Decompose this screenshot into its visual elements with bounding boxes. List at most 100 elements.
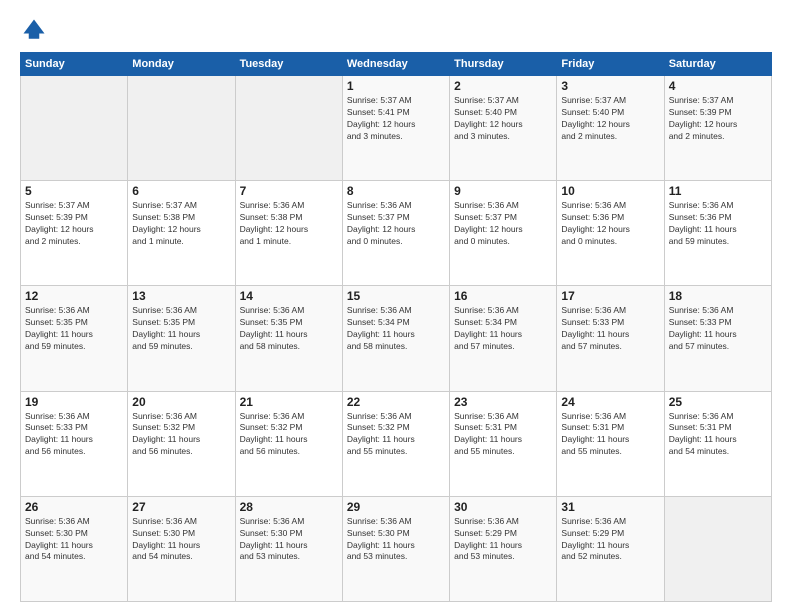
day-number: 16	[454, 289, 552, 303]
day-cell-30: 30Sunrise: 5:36 AM Sunset: 5:29 PM Dayli…	[450, 496, 557, 601]
day-info: Sunrise: 5:36 AM Sunset: 5:30 PM Dayligh…	[347, 516, 445, 564]
day-number: 9	[454, 184, 552, 198]
day-cell-19: 19 Sunrise: 5:36 AM Sunset: 5:33 PM Dayli…	[21, 391, 128, 496]
day-cell-28: 28 Sunrise: 5:36 AM Sunset: 5:30 PM Dayli…	[235, 496, 342, 601]
logo	[20, 16, 52, 44]
day-info: Sunrise: 5:36 AM Sunset: 5:32 PM Dayligh…	[240, 411, 338, 459]
weekday-friday: Friday	[557, 53, 664, 76]
day-number: 17	[561, 289, 659, 303]
empty-cell	[128, 76, 235, 181]
day-info: Sunrise: 5:37 AM Sunset: 5:40 PM Dayligh…	[454, 95, 552, 143]
day-info: Sunrise: 5:37 AM Sunset: 5:41 PM Dayligh…	[347, 95, 445, 143]
day-cell-31: 31 Sunrise: 5:36 AM Sunset: 5:29 PM Dayli…	[557, 496, 664, 601]
logo-icon	[20, 16, 48, 44]
day-info: Sunrise: 5:36 AM Sunset: 5:29 PM Dayligh…	[454, 516, 552, 564]
day-number: 19	[25, 395, 123, 409]
day-number: 23	[454, 395, 552, 409]
week-row-2: 5 Sunrise: 5:37 AM Sunset: 5:39 PM Daylig…	[21, 181, 772, 286]
day-number: 14	[240, 289, 338, 303]
day-cell-3: 3 Sunrise: 5:37 AM Sunset: 5:40 PM Daylig…	[557, 76, 664, 181]
day-number: 1	[347, 79, 445, 93]
day-cell-2: 2Sunrise: 5:37 AM Sunset: 5:40 PM Daylig…	[450, 76, 557, 181]
day-cell-8: 8Sunrise: 5:36 AM Sunset: 5:37 PM Daylig…	[342, 181, 449, 286]
day-cell-16: 16 Sunrise: 5:36 AM Sunset: 5:34 PM Dayli…	[450, 286, 557, 391]
day-info: Sunrise: 5:36 AM Sunset: 5:34 PM Dayligh…	[347, 305, 445, 353]
day-cell-24: 24Sunrise: 5:36 AM Sunset: 5:31 PM Dayli…	[557, 391, 664, 496]
day-cell-21: 21 Sunrise: 5:36 AM Sunset: 5:32 PM Dayli…	[235, 391, 342, 496]
day-info: Sunrise: 5:36 AM Sunset: 5:36 PM Dayligh…	[669, 200, 767, 248]
day-number: 11	[669, 184, 767, 198]
day-cell-20: 20 Sunrise: 5:36 AM Sunset: 5:32 PM Dayli…	[128, 391, 235, 496]
day-cell-15: 15 Sunrise: 5:36 AM Sunset: 5:34 PM Dayli…	[342, 286, 449, 391]
day-number: 21	[240, 395, 338, 409]
day-cell-1: 1 Sunrise: 5:37 AM Sunset: 5:41 PM Daylig…	[342, 76, 449, 181]
empty-cell	[664, 496, 771, 601]
day-info: Sunrise: 5:36 AM Sunset: 5:33 PM Dayligh…	[25, 411, 123, 459]
day-cell-12: 12 Sunrise: 5:36 AM Sunset: 5:35 PM Dayli…	[21, 286, 128, 391]
day-number: 18	[669, 289, 767, 303]
day-info: Sunrise: 5:36 AM Sunset: 5:35 PM Dayligh…	[240, 305, 338, 353]
day-info: Sunrise: 5:36 AM Sunset: 5:37 PM Dayligh…	[454, 200, 552, 248]
weekday-monday: Monday	[128, 53, 235, 76]
day-cell-18: 18Sunrise: 5:36 AM Sunset: 5:33 PM Dayli…	[664, 286, 771, 391]
day-cell-6: 6Sunrise: 5:37 AM Sunset: 5:38 PM Daylig…	[128, 181, 235, 286]
day-number: 15	[347, 289, 445, 303]
day-cell-13: 13 Sunrise: 5:36 AM Sunset: 5:35 PM Dayli…	[128, 286, 235, 391]
day-cell-23: 23 Sunrise: 5:36 AM Sunset: 5:31 PM Dayli…	[450, 391, 557, 496]
day-info: Sunrise: 5:36 AM Sunset: 5:32 PM Dayligh…	[347, 411, 445, 459]
day-cell-26: 26Sunrise: 5:36 AM Sunset: 5:30 PM Dayli…	[21, 496, 128, 601]
day-cell-22: 22 Sunrise: 5:36 AM Sunset: 5:32 PM Dayli…	[342, 391, 449, 496]
day-number: 4	[669, 79, 767, 93]
day-number: 12	[25, 289, 123, 303]
day-cell-11: 11 Sunrise: 5:36 AM Sunset: 5:36 PM Dayli…	[664, 181, 771, 286]
empty-cell	[21, 76, 128, 181]
week-row-5: 26 Sunrise: 5:36 AM Sunset: 5:30 PM Dayli…	[21, 496, 772, 601]
day-cell-17: 17 Sunrise: 5:36 AM Sunset: 5:33 PM Dayli…	[557, 286, 664, 391]
weekday-thursday: Thursday	[450, 53, 557, 76]
weekday-wednesday: Wednesday	[342, 53, 449, 76]
day-info: Sunrise: 5:36 AM Sunset: 5:33 PM Dayligh…	[561, 305, 659, 353]
day-number: 26	[25, 500, 123, 514]
day-number: 22	[347, 395, 445, 409]
day-number: 5	[25, 184, 123, 198]
day-info: Sunrise: 5:36 AM Sunset: 5:32 PM Dayligh…	[132, 411, 230, 459]
weekday-header-row: SundayMondayTuesdayWednesdayThursdayFrid…	[21, 53, 772, 76]
day-info: Sunrise: 5:36 AM Sunset: 5:34 PM Dayligh…	[454, 305, 552, 353]
header	[20, 16, 772, 44]
day-number: 24	[561, 395, 659, 409]
day-info: Sunrise: 5:36 AM Sunset: 5:30 PM Dayligh…	[132, 516, 230, 564]
day-cell-9: 9 Sunrise: 5:36 AM Sunset: 5:37 PM Daylig…	[450, 181, 557, 286]
day-number: 27	[132, 500, 230, 514]
day-info: Sunrise: 5:36 AM Sunset: 5:35 PM Dayligh…	[132, 305, 230, 353]
day-info: Sunrise: 5:37 AM Sunset: 5:40 PM Dayligh…	[561, 95, 659, 143]
page: SundayMondayTuesdayWednesdayThursdayFrid…	[0, 0, 792, 612]
week-row-1: 1 Sunrise: 5:37 AM Sunset: 5:41 PM Daylig…	[21, 76, 772, 181]
weekday-sunday: Sunday	[21, 53, 128, 76]
day-cell-4: 4 Sunrise: 5:37 AM Sunset: 5:39 PM Daylig…	[664, 76, 771, 181]
day-info: Sunrise: 5:37 AM Sunset: 5:39 PM Dayligh…	[669, 95, 767, 143]
day-number: 3	[561, 79, 659, 93]
calendar-table: SundayMondayTuesdayWednesdayThursdayFrid…	[20, 52, 772, 602]
day-cell-5: 5 Sunrise: 5:37 AM Sunset: 5:39 PM Daylig…	[21, 181, 128, 286]
day-cell-14: 14 Sunrise: 5:36 AM Sunset: 5:35 PM Dayli…	[235, 286, 342, 391]
weekday-saturday: Saturday	[664, 53, 771, 76]
day-number: 10	[561, 184, 659, 198]
day-number: 29	[347, 500, 445, 514]
day-number: 8	[347, 184, 445, 198]
day-number: 20	[132, 395, 230, 409]
day-info: Sunrise: 5:36 AM Sunset: 5:35 PM Dayligh…	[25, 305, 123, 353]
day-number: 28	[240, 500, 338, 514]
day-info: Sunrise: 5:36 AM Sunset: 5:29 PM Dayligh…	[561, 516, 659, 564]
day-info: Sunrise: 5:36 AM Sunset: 5:30 PM Dayligh…	[240, 516, 338, 564]
day-cell-27: 27 Sunrise: 5:36 AM Sunset: 5:30 PM Dayli…	[128, 496, 235, 601]
day-number: 13	[132, 289, 230, 303]
day-info: Sunrise: 5:37 AM Sunset: 5:39 PM Dayligh…	[25, 200, 123, 248]
day-number: 25	[669, 395, 767, 409]
weekday-tuesday: Tuesday	[235, 53, 342, 76]
day-number: 31	[561, 500, 659, 514]
day-info: Sunrise: 5:36 AM Sunset: 5:38 PM Dayligh…	[240, 200, 338, 248]
day-number: 7	[240, 184, 338, 198]
empty-cell	[235, 76, 342, 181]
day-info: Sunrise: 5:36 AM Sunset: 5:31 PM Dayligh…	[454, 411, 552, 459]
day-cell-7: 7 Sunrise: 5:36 AM Sunset: 5:38 PM Daylig…	[235, 181, 342, 286]
